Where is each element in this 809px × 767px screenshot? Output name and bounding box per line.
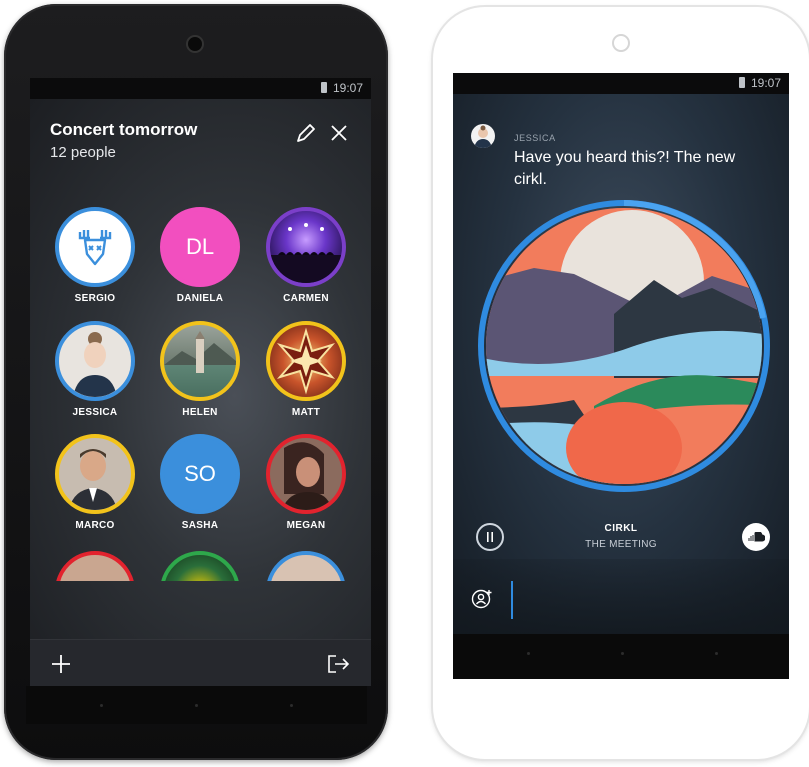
- member-jessica[interactable]: JESSICA: [45, 321, 145, 418]
- sender-avatar[interactable]: [471, 124, 495, 148]
- soundcloud-icon: [748, 532, 765, 542]
- player-panel: JESSICA Have you heard this?! The new ci…: [453, 94, 789, 634]
- member-name: MARCO: [75, 520, 115, 531]
- portrait-photo: [73, 332, 117, 397]
- group-subtitle: 12 people: [50, 144, 116, 161]
- avatar-photo[interactable]: [266, 434, 346, 514]
- member-sergio[interactable]: SERGIO: [45, 207, 145, 304]
- nav-bar: [453, 634, 789, 679]
- tower-photo: [164, 331, 236, 373]
- pencil-icon[interactable]: [294, 121, 318, 145]
- status-time: 19:07: [332, 81, 363, 95]
- star-pattern: [276, 327, 336, 395]
- left-screen: 19:07 Concert tomorrow 12 people SERGIO …: [30, 78, 371, 686]
- member-daniela[interactable]: DL DANIELA: [150, 207, 250, 304]
- avatar-initials: SO: [184, 461, 216, 486]
- avatar-photo[interactable]: [266, 551, 346, 581]
- group-panel: Concert tomorrow 12 people SERGIO DL DAN…: [30, 99, 371, 639]
- battery-icon: [320, 82, 327, 93]
- member-carmen[interactable]: CARMEN: [256, 207, 356, 304]
- soundcloud-button[interactable]: [742, 523, 770, 551]
- member-partial[interactable]: [55, 551, 135, 581]
- member-name: HELEN: [182, 407, 218, 418]
- avatar[interactable]: DL: [160, 207, 240, 287]
- member-name: SASHA: [181, 520, 219, 531]
- sender-name: JESSICA: [514, 133, 556, 143]
- avatar-initials: DL: [185, 234, 215, 259]
- member-sasha[interactable]: SO SASHA: [150, 434, 250, 531]
- right-screen: 19:07 JESSICA Have you heard this?! The …: [453, 73, 789, 679]
- portrait-photo: [282, 442, 332, 510]
- avatar[interactable]: SO: [160, 434, 240, 514]
- status-time: 19:07: [750, 76, 781, 90]
- avatar-photo[interactable]: [160, 551, 240, 581]
- member-name: MEGAN: [286, 520, 326, 531]
- member-megan[interactable]: MEGAN: [256, 434, 356, 531]
- album-art[interactable]: [474, 196, 774, 496]
- deer-icon: [78, 230, 112, 266]
- battery-icon: [738, 77, 745, 88]
- member-matt[interactable]: MATT: [256, 321, 356, 418]
- group-title: Concert tomorrow: [50, 120, 198, 139]
- exit-icon[interactable]: [326, 653, 350, 675]
- message-text: Have you heard this?! The new cirkl.: [514, 149, 736, 188]
- nav-bar: [26, 686, 367, 724]
- camera-icon: [612, 34, 630, 52]
- concert-photo: [270, 223, 342, 283]
- right-phone: 19:07 JESSICA Have you heard this?! The …: [433, 7, 809, 759]
- avatar-photo[interactable]: [55, 551, 135, 581]
- bottom-toolbar: [30, 639, 371, 686]
- avatar-photo[interactable]: [266, 207, 346, 287]
- recents-button[interactable]: [290, 704, 293, 707]
- plus-icon[interactable]: [50, 653, 72, 675]
- avatar-photo[interactable]: [55, 434, 135, 514]
- avatar[interactable]: [55, 207, 135, 287]
- camera-icon: [186, 35, 204, 53]
- status-bar: 19:07: [30, 78, 371, 99]
- back-button[interactable]: [527, 652, 530, 655]
- track-title: CIRKL: [604, 523, 638, 534]
- member-helen[interactable]: HELEN: [150, 321, 250, 418]
- avatar-photo[interactable]: [160, 321, 240, 401]
- portrait-photo: [474, 125, 492, 148]
- member-name: MATT: [291, 407, 321, 418]
- back-button[interactable]: [100, 704, 103, 707]
- recents-button[interactable]: [715, 652, 718, 655]
- status-bar: 19:07: [453, 73, 789, 94]
- home-button[interactable]: [621, 652, 624, 655]
- portrait-photo: [69, 449, 117, 510]
- add-person-icon[interactable]: [471, 588, 493, 610]
- member-partial[interactable]: [160, 551, 240, 581]
- avatar-photo[interactable]: [55, 321, 135, 401]
- track-artist: THE MEETING: [585, 539, 657, 550]
- home-button[interactable]: [195, 704, 198, 707]
- member-partial[interactable]: [266, 551, 346, 581]
- text-input-cursor[interactable]: [511, 581, 513, 619]
- compose-bar: [453, 559, 789, 634]
- avatar-photo[interactable]: [266, 321, 346, 401]
- member-name: SERGIO: [74, 293, 116, 304]
- close-icon[interactable]: [327, 121, 351, 145]
- left-phone: 19:07 Concert tomorrow 12 people SERGIO …: [4, 4, 388, 760]
- member-name: DANIELA: [176, 293, 224, 304]
- member-name: JESSICA: [72, 407, 118, 418]
- member-name: CARMEN: [283, 293, 329, 304]
- member-marco[interactable]: MARCO: [45, 434, 145, 531]
